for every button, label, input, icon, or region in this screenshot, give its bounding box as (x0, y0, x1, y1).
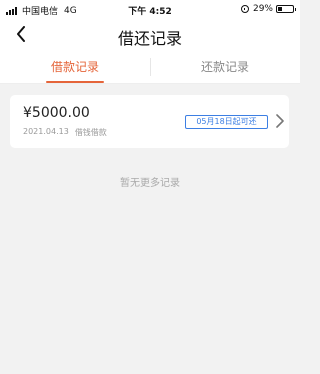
rotation-lock-icon (240, 5, 249, 13)
loan-meta: 2021.04.13 借钱借款 (23, 127, 107, 138)
no-more-records: 暂无更多记录 (120, 178, 180, 189)
battery-percent: 29% (252, 4, 273, 14)
tab-label: 借款记录 (50, 60, 99, 74)
loan-record-card[interactable]: ¥5000.00 2021.04.13 借钱借款 05月18日起可还 (10, 95, 289, 148)
tab-borrow-records[interactable]: 借款记录 (0, 50, 150, 83)
active-tab-indicator (46, 81, 104, 83)
nav-bar: 借还记录 (0, 20, 300, 48)
page-title: 借还记录 (117, 29, 182, 48)
tab-label: 还款记录 (200, 60, 249, 74)
status-right: 29% (240, 4, 296, 14)
repay-date-badge: 05月18日起可还 (185, 115, 268, 129)
loan-type: 借钱借款 (74, 128, 107, 137)
tab-repay-records[interactable]: 还款记录 (150, 50, 300, 83)
record-tabs: 借款记录 还款记录 (0, 50, 300, 84)
loan-amount: ¥5000.00 (23, 105, 90, 121)
loan-date: 2021.04.13 (23, 127, 69, 136)
chevron-right-icon (276, 114, 284, 128)
status-bar: 中国电信 4G 下午 4:52 29% (0, 0, 300, 20)
battery-icon (276, 5, 296, 13)
header-area: 中国电信 4G 下午 4:52 29% 借还记录 借款记录 还款记录 (0, 0, 300, 84)
